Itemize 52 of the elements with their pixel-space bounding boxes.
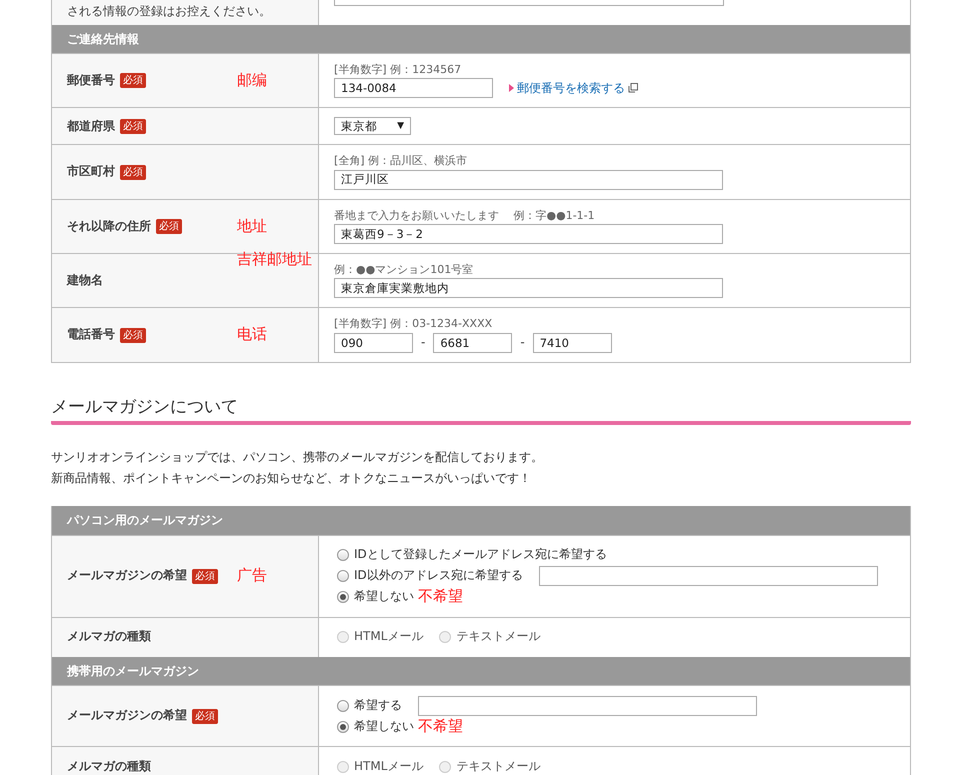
radio-option[interactable]: 希望しない <box>337 586 414 608</box>
radio-option[interactable]: ID以外のアドレス宛に希望する <box>337 566 523 587</box>
field-label: メールマガジンの希望 <box>67 708 187 724</box>
prefecture-select[interactable]: 東京都 ▼ <box>334 117 411 136</box>
field-label: メルマガの種類 <box>67 629 151 645</box>
annotation-text: 吉祥邮地址 <box>237 250 312 270</box>
hint-text: [半角数字] 例：03-1234-XXXX <box>334 317 494 332</box>
section-heading: メールマガジンについて <box>51 396 911 426</box>
radio-option[interactable]: 希望する <box>337 695 402 716</box>
radio-option[interactable]: 希望しない <box>337 716 414 738</box>
intro-text: 新商品情報、ポイントキャンペーンのお知らせなど、オトクなニュースがいっぱいです！ <box>51 470 532 488</box>
intro-text: サンリオオンラインショップでは、パソコン、携帯のメールマガジンを配信しております。 <box>51 449 544 466</box>
annotation-text: 电话 <box>237 325 267 345</box>
text-input[interactable]: 江戸川区 <box>334 170 723 190</box>
text-input[interactable]: 東葛西9－3－2 <box>334 224 723 244</box>
section-header: パソコン用のメールマガジン <box>52 506 910 535</box>
separator-text: - <box>520 334 525 350</box>
annotation-text: 不希望 <box>418 587 463 607</box>
hint-text: 番地まで入力をお願いいたします 例：字●●1-1-1 <box>334 208 596 224</box>
phone-input[interactable]: 7410 <box>532 332 612 353</box>
annotation-text: 不希望 <box>418 717 463 736</box>
annotation-text: 邮编 <box>237 71 267 91</box>
field-label: 電話番号 <box>67 327 115 343</box>
section-header: 携帯用のメールマガジン <box>52 656 910 686</box>
required-badge: 必須 <box>192 568 218 584</box>
field-label: 建物名 <box>67 272 103 289</box>
separator-text: - <box>421 334 426 350</box>
hint-text: [全角] 例：品川区、横浜市 <box>334 154 468 169</box>
radio-option[interactable]: IDとして登録したメールアドレス宛に希望する <box>337 544 607 566</box>
required-badge: 必須 <box>120 118 146 134</box>
section-header: ご連絡先情報 <box>52 24 910 54</box>
hint-text: 例：●●マンション101号室 <box>334 263 474 278</box>
postcode-search-link[interactable]: 郵便番号を検索する <box>509 80 638 96</box>
hint-text: [半角数字] 例：1234567 <box>334 63 462 78</box>
field-label: 郵便番号 <box>67 73 115 89</box>
phone-input[interactable]: 6681 <box>433 332 512 353</box>
annotation-text: 地址 <box>237 216 267 236</box>
field-label: メールマガジンの希望 <box>67 568 187 584</box>
text-input[interactable]: 東京倉庫実業敷地内 <box>334 278 723 298</box>
instruction-text: される情報の登録はお控えください。 <box>67 4 271 20</box>
field-label: 都道府県 <box>67 118 115 134</box>
required-badge: 必須 <box>120 328 146 343</box>
field-label: それ以降の住所 <box>67 218 151 234</box>
phone-input[interactable]: 090 <box>334 332 413 353</box>
required-badge: 必須 <box>192 708 218 724</box>
field-label: メルマガの種類 <box>67 758 151 775</box>
annotation-text: 广告 <box>237 566 267 586</box>
field-label: 市区町村 <box>67 164 115 180</box>
required-badge: 必須 <box>120 164 146 180</box>
text-input[interactable]: 134-0084 <box>334 78 493 98</box>
required-badge: 必須 <box>120 73 146 88</box>
required-badge: 必須 <box>156 218 182 234</box>
